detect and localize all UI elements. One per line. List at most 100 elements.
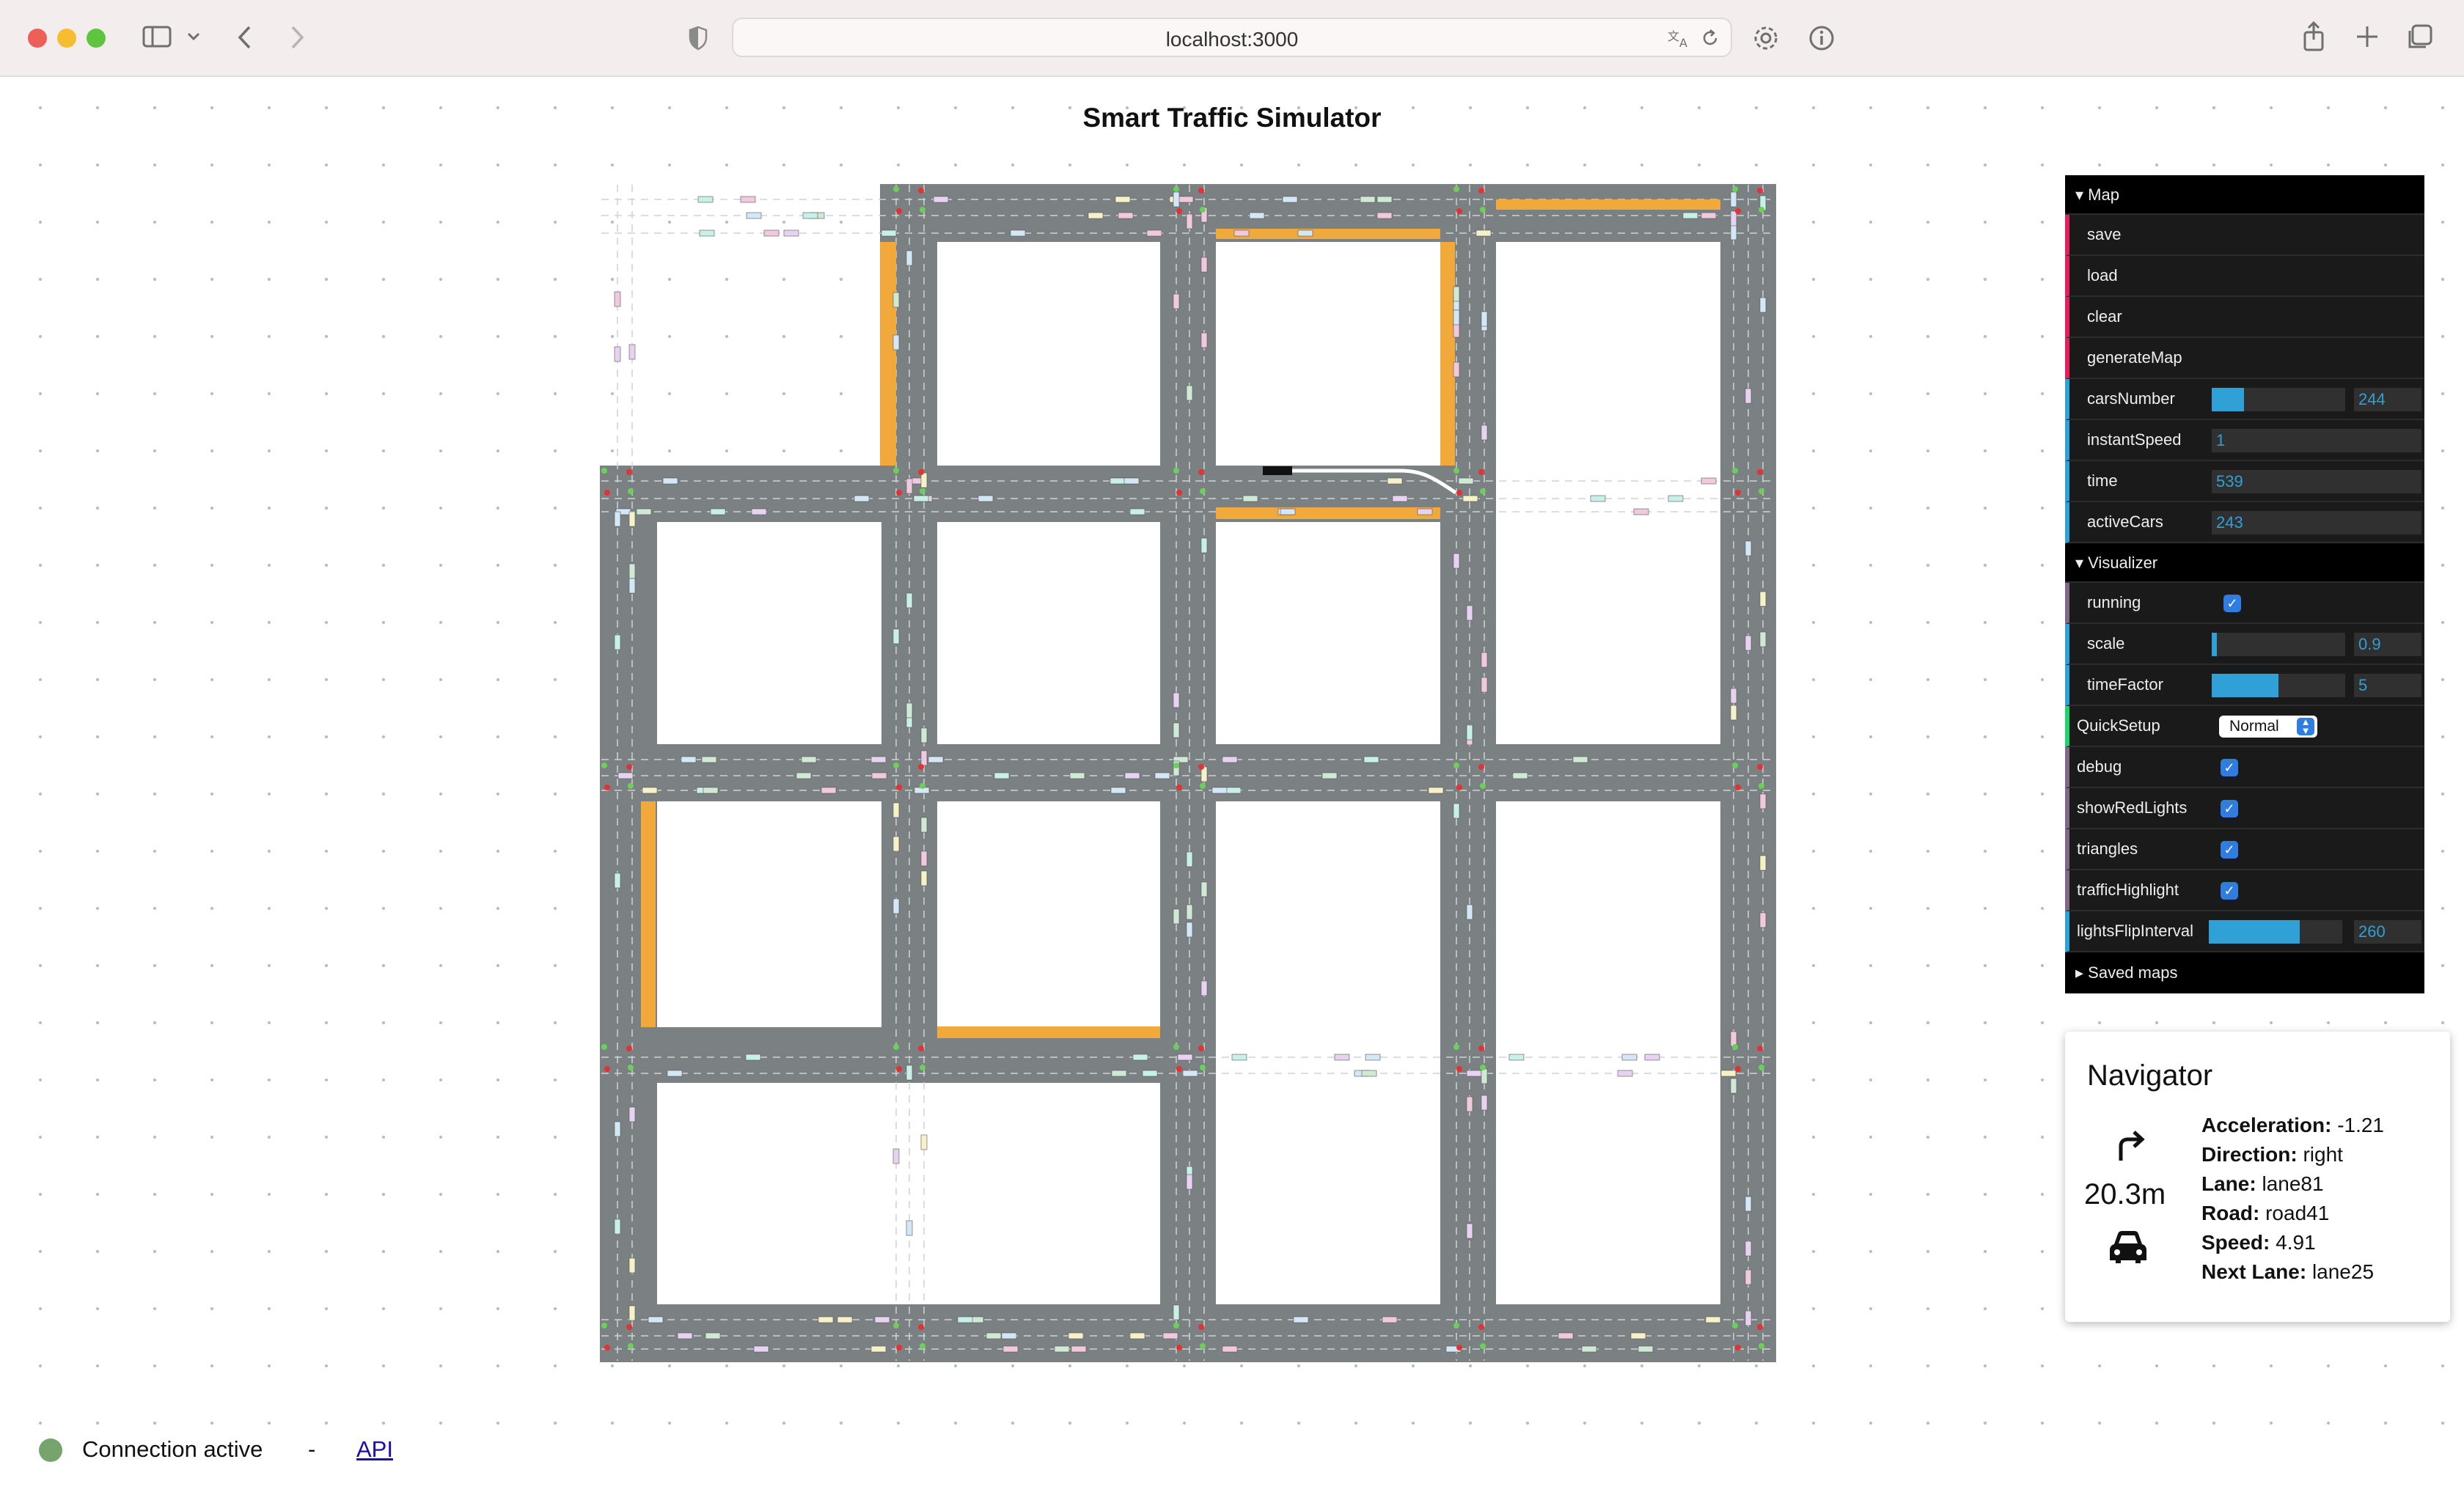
traffic-light [1759,783,1764,789]
time-factor-input[interactable]: 5 [2354,674,2421,697]
scale-input[interactable]: 0.9 [2354,633,2421,656]
debug-checkbox[interactable]: ✓ [2221,759,2238,776]
lane-value: lane81 [2262,1172,2324,1195]
car [1701,477,1717,485]
map-folder-title: Map [2088,185,2119,204]
save-button[interactable]: save [2065,215,2424,256]
traffic-light [1453,468,1459,474]
traffic-light [893,468,899,474]
visualizer-folder-header[interactable]: ▾ Visualizer [2065,543,2424,583]
car [1123,477,1140,485]
traffic-light [1173,762,1179,768]
cars-number-slider[interactable] [2212,388,2345,411]
lights-flip-interval-label: lightsFlipInterval [2077,922,2193,940]
lights-flip-interval-slider[interactable] [2209,920,2342,944]
car [920,727,928,743]
car [1293,1316,1309,1323]
navigator-details: Acceleration: -1.21 Direction: right Lan… [2201,1111,2384,1287]
time-input[interactable]: 539 [2212,470,2421,493]
car [1581,1345,1597,1353]
traffic-light [1480,488,1486,494]
traffic-light [626,1324,632,1330]
time-factor-slider[interactable] [2212,674,2345,697]
traffic-light [1480,1065,1486,1070]
car [892,836,900,852]
traffic-highlight-checkbox[interactable]: ✓ [2221,882,2238,900]
active-cars-input[interactable]: 243 [2212,511,2421,534]
car [881,229,897,237]
car [892,628,900,644]
clear-button[interactable]: clear [2065,297,2424,338]
traffic-light [918,188,924,194]
cars-number-input[interactable]: 244 [2354,388,2421,411]
traffic-light [1732,468,1738,474]
car [1186,922,1193,938]
traffic-light [1757,1324,1763,1330]
city-block [657,1083,1160,1304]
lights-flip-interval-fill [2209,920,2300,944]
traffic-light [896,1066,902,1072]
car [705,1332,721,1340]
car [614,872,621,889]
api-link[interactable]: API [356,1436,393,1463]
car [1200,332,1208,348]
traffic-light [896,490,902,496]
traffic-light [1173,1044,1179,1050]
instant-speed-input[interactable]: 1 [2212,429,2421,452]
traffic-light [920,783,925,789]
traffic-light [1732,1323,1738,1329]
traffic-light [1759,1065,1764,1070]
lights-flip-interval-input[interactable]: 260 [2354,920,2421,944]
connection-status-text: Connection active [82,1436,263,1462]
traffic-light [1456,784,1462,790]
generate-map-button[interactable]: generateMap [2065,338,2424,379]
debug-control: debug ✓ [2065,747,2424,788]
city-block [657,522,881,744]
city-block [1496,242,1720,744]
car [1242,495,1258,502]
car [1173,908,1180,925]
traffic-light [1176,208,1182,214]
car [614,511,621,527]
traffic-light [626,764,632,770]
show-red-lights-checkbox[interactable]: ✓ [2221,800,2238,817]
car [986,1332,1002,1340]
car [874,1316,890,1323]
car [1759,793,1767,809]
car [1481,677,1488,693]
car [1466,1096,1473,1112]
car [1334,1054,1350,1061]
save-label: save [2087,225,2122,243]
triangles-checkbox[interactable]: ✓ [2221,841,2238,859]
traffic-light [920,1065,925,1070]
direction-row: Direction: right [2201,1140,2384,1169]
car [854,495,870,502]
car [614,1121,621,1137]
traffic-light [626,469,632,475]
traffic-light [920,207,925,213]
traffic-light [1480,783,1486,789]
congested-lane [880,242,896,466]
car [1745,1241,1752,1257]
city-block [1216,522,1440,744]
acceleration-label: Acceleration: [2201,1114,2332,1136]
traffic-light [1453,1044,1459,1050]
running-checkbox[interactable]: ✓ [2223,595,2241,612]
saved-maps-folder-header[interactable]: ▸ Saved maps [2065,952,2424,993]
car [920,817,928,833]
car [1458,477,1474,485]
scale-slider[interactable] [2212,633,2345,656]
traffic-light [1732,762,1738,768]
quick-setup-select[interactable]: Normal ▲ ▼ [2219,716,2317,738]
car [1617,1070,1633,1077]
car [1572,756,1588,763]
traffic-light [1453,1323,1459,1329]
car [906,1065,913,1081]
traffic-highlight-control: trafficHighlight ✓ [2065,870,2424,911]
load-button[interactable]: load [2065,256,2424,297]
car [1376,212,1393,219]
car [1186,385,1193,401]
map-folder-header[interactable]: ▾ Map [2065,175,2424,215]
car [628,1106,636,1122]
traffic-light [1456,1345,1462,1351]
